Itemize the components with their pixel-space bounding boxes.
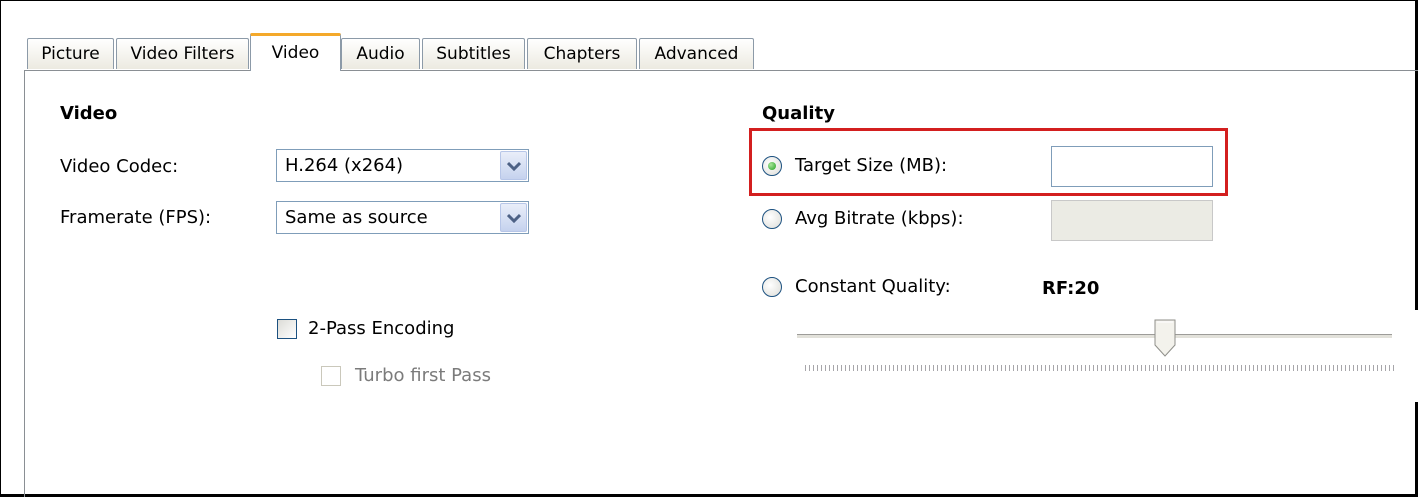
- constant-quality-radio[interactable]: [762, 277, 782, 297]
- two-pass-label[interactable]: 2-Pass Encoding: [308, 318, 454, 339]
- tab-audio[interactable]: Audio: [341, 38, 420, 69]
- turbo-first-pass-label: Turbo first Pass: [355, 365, 491, 386]
- avg-bitrate-radio[interactable]: [762, 209, 782, 229]
- tab-picture[interactable]: Picture: [27, 38, 114, 69]
- slider-ticks: [805, 365, 1395, 371]
- framerate-select[interactable]: Same as source: [276, 201, 529, 234]
- tab-video[interactable]: Video: [250, 33, 341, 71]
- video-codec-value: H.264 (x264): [285, 155, 404, 176]
- video-codec-select[interactable]: H.264 (x264): [276, 149, 529, 182]
- quality-section-title: Quality: [762, 103, 835, 124]
- tab-advanced[interactable]: Advanced: [639, 38, 754, 69]
- tab-video-filters[interactable]: Video Filters: [116, 38, 249, 69]
- chevron-down-icon: [507, 161, 521, 171]
- video-codec-dropdown-button[interactable]: [500, 151, 527, 180]
- two-pass-checkbox[interactable]: [277, 319, 297, 339]
- tab-chapters[interactable]: Chapters: [527, 38, 637, 69]
- avg-bitrate-label[interactable]: Avg Bitrate (kbps):: [795, 208, 964, 229]
- framerate-label: Framerate (FPS):: [60, 207, 212, 228]
- chevron-down-icon: [507, 213, 521, 223]
- slider-track: [797, 334, 1392, 339]
- tab-panel-border-left: [24, 70, 25, 497]
- framerate-dropdown-button[interactable]: [500, 203, 527, 232]
- constant-quality-label[interactable]: Constant Quality:: [795, 276, 951, 297]
- turbo-first-pass-checkbox[interactable]: [321, 366, 341, 386]
- avg-bitrate-input[interactable]: [1051, 200, 1213, 241]
- tab-panel-border-top: [24, 70, 1418, 71]
- slider-thumb[interactable]: [1154, 319, 1176, 361]
- tab-subtitles[interactable]: Subtitles: [422, 38, 525, 69]
- quality-slider[interactable]: [783, 310, 1418, 402]
- video-codec-label: Video Codec:: [60, 156, 179, 177]
- slider-thumb-icon: [1154, 319, 1176, 357]
- rf-value-label: RF:20: [1042, 278, 1100, 299]
- video-section-title: Video: [60, 103, 118, 124]
- window-frame: [0, 0, 1416, 495]
- framerate-value: Same as source: [285, 207, 428, 228]
- target-size-highlight-box: [749, 128, 1228, 196]
